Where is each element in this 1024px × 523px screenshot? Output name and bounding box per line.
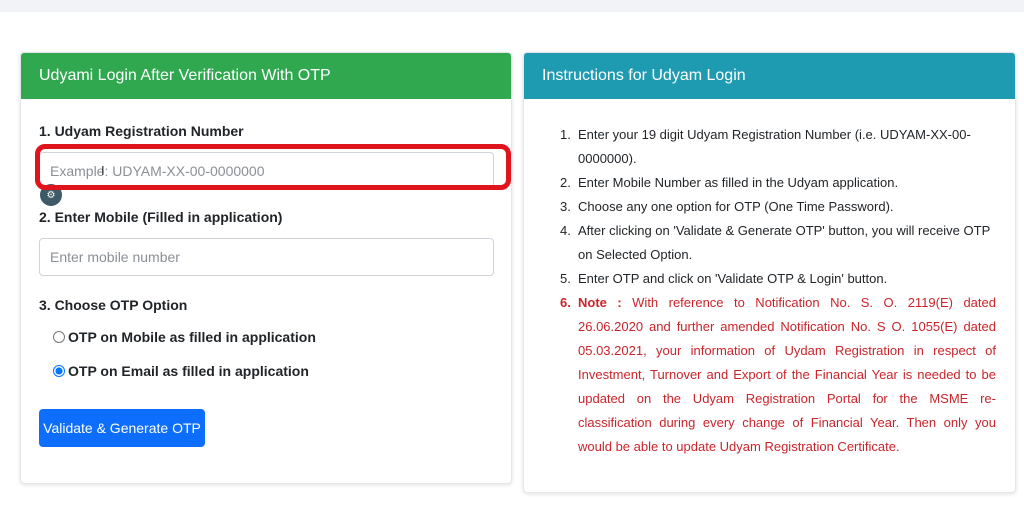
instruction-note: 6. Note : With reference to Notification…	[560, 295, 996, 454]
mobile-input[interactable]	[39, 238, 494, 276]
instructions-list: 1. Enter your 19 digit Udyam Registratio…	[560, 123, 996, 459]
login-card-header: Udyami Login After Verification With OTP	[21, 53, 511, 99]
note-text: With reference to Notification No. S. O.…	[578, 295, 996, 454]
otp-mobile-radio[interactable]	[53, 331, 65, 343]
udyam-number-label: 1. Udyam Registration Number	[39, 123, 244, 139]
instructions-card: Instructions for Udyam Login 1. Enter yo…	[523, 52, 1016, 493]
login-card-title: Udyami Login After Verification With OTP	[39, 67, 331, 84]
otp-option-label: 3. Choose OTP Option	[39, 297, 188, 313]
instruction-item: 2. Enter Mobile Number as filled in the …	[560, 175, 899, 190]
otp-email-radio[interactable]	[53, 365, 65, 377]
otp-mobile-label: OTP on Mobile as filled in application	[68, 329, 316, 345]
udyam-number-input[interactable]	[39, 152, 494, 190]
instructions-card-title: Instructions for Udyam Login	[542, 67, 746, 84]
input-helper-icon: ⚙	[40, 184, 62, 206]
top-strip	[0, 0, 1024, 12]
instruction-item: 5. Enter OTP and click on 'Validate OTP …	[560, 271, 888, 286]
otp-email-option[interactable]: OTP on Email as filled in application	[53, 363, 309, 379]
instructions-card-header: Instructions for Udyam Login	[524, 53, 1015, 99]
note-prefix: Note :	[578, 295, 622, 310]
instruction-item: 1. Enter your 19 digit Udyam Registratio…	[560, 127, 971, 166]
instruction-item: 3. Choose any one option for OTP (One Ti…	[560, 199, 894, 214]
otp-mobile-option[interactable]: OTP on Mobile as filled in application	[53, 329, 316, 345]
login-card: Udyami Login After Verification With OTP…	[20, 52, 512, 484]
mobile-label: 2. Enter Mobile (Filled in application)	[39, 209, 283, 225]
instruction-item: 4. After clicking on 'Validate & Generat…	[560, 223, 991, 262]
otp-email-label: OTP on Email as filled in application	[68, 363, 309, 379]
text-cursor-icon: I	[101, 163, 105, 178]
validate-generate-otp-button[interactable]: Validate & Generate OTP	[39, 409, 205, 447]
